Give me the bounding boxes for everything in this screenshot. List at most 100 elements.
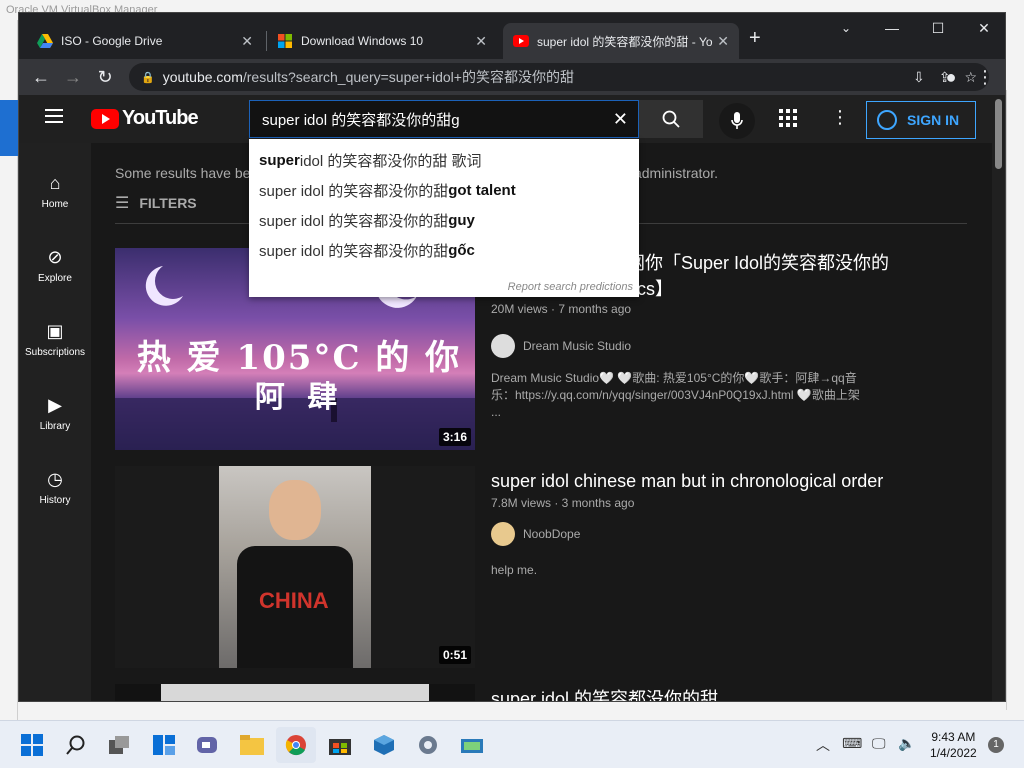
notification-badge[interactable]: 1 — [988, 737, 1004, 753]
suggestion-text-part: super idol 的笑容都没你的甜 — [259, 212, 449, 230]
suggestion-item[interactable]: super idol 的笑容都没你的甜 got talent — [249, 175, 639, 205]
thumbnail-photo: CHINA — [219, 466, 371, 668]
guide-label: Subscriptions — [24, 347, 86, 358]
subscriptions-icon: ▣ — [46, 321, 64, 341]
library-icon: ▶ — [48, 395, 62, 415]
youtube-logo[interactable]: YouTube — [91, 107, 199, 130]
channel-name: Dream Music Studio — [523, 339, 632, 353]
browser-toolbar: ← → ↻ 🔒 youtube.com /results?search_quer… — [19, 59, 1005, 95]
mini-guide-sidebar: ⌂ Home ⊘ Explore ▣ Subscriptions ▶ Libra… — [19, 143, 91, 701]
search-icon[interactable] — [62, 731, 90, 759]
start-windows-icon[interactable] — [18, 731, 46, 759]
guide-item-library[interactable]: ▶ Library — [19, 395, 91, 432]
google-drive-icon — [37, 33, 53, 49]
show-hidden-icons-chevron-up-icon[interactable]: ︿ — [816, 735, 830, 755]
close-window-button[interactable]: ✕ — [961, 13, 1005, 43]
profile-icon[interactable]: ● — [939, 65, 963, 89]
chrome-menu-icon[interactable]: ⋮ — [973, 65, 997, 89]
back-arrow-icon[interactable]: ← — [29, 65, 53, 89]
tab-youtube-active[interactable]: super idol 的笑容都没你的甜 - Yo ✕ — [503, 23, 739, 59]
sign-in-button[interactable]: SIGN IN — [866, 101, 976, 139]
suggestion-item[interactable]: super idol 的笑容都没你的甜 gốc — [249, 235, 639, 265]
guide-item-explore[interactable]: ⊘ Explore — [19, 247, 91, 284]
suggestion-item[interactable]: super idol 的笑容都没你的甜 guy — [249, 205, 639, 235]
channel-link[interactable]: NoobDope — [491, 522, 580, 546]
suggestion-item[interactable]: super idol 的笑容都没你的甜 歌词 — [249, 145, 639, 175]
guide-label: Library — [39, 421, 71, 432]
filter-sliders-icon: ☰ — [115, 195, 130, 212]
video-title[interactable]: super idol chinese man but in chronologi… — [491, 468, 931, 494]
guide-item-history[interactable]: ◷ History — [19, 469, 91, 506]
channel-link[interactable]: Dream Music Studio — [491, 334, 631, 358]
video-thumbnail[interactable] — [115, 684, 475, 701]
voice-search-button[interactable] — [719, 103, 755, 139]
person-head — [269, 480, 321, 540]
sign-in-label: SIGN IN — [907, 112, 960, 128]
guide-item-subscriptions[interactable]: ▣ Subscriptions — [19, 321, 91, 358]
clock-date: 1/4/2022 — [930, 746, 977, 760]
guide-label: Home — [41, 199, 69, 210]
maximize-button[interactable]: ☐ — [915, 13, 961, 43]
reload-icon[interactable]: ↻ — [93, 65, 117, 89]
system-clock[interactable]: 9:43 AM 1/4/2022 — [930, 729, 977, 761]
virtualbox-icon[interactable] — [370, 731, 398, 759]
video-title-line: 网你「Super Idol的笑容都没你的 — [627, 253, 890, 273]
chrome-icon[interactable] — [282, 731, 310, 759]
youtube-header: YouTube super idol 的笑容都没你的甜g ✕ ⋮ SIGN IN — [19, 95, 994, 143]
home-icon: ⌂ — [49, 173, 61, 193]
forward-arrow-icon[interactable]: → — [61, 65, 85, 89]
search-button[interactable] — [639, 100, 703, 138]
url-host: youtube.com — [162, 69, 243, 85]
chrome-window: ISO - Google Drive ✕ Download Windows 10… — [18, 12, 1006, 702]
page-scrollbar[interactable] — [992, 95, 1005, 701]
video-result[interactable]: CHINA 0:51 super idol chinese man but in… — [115, 466, 967, 676]
clock-time: 9:43 AM — [931, 730, 976, 744]
video-title[interactable]: 网你「Super Idol的笑容都没你的 rics】 — [627, 250, 967, 302]
task-view-icon[interactable] — [106, 731, 134, 759]
video-duration: 0:51 — [438, 646, 471, 664]
widgets-icon[interactable] — [150, 731, 178, 759]
guide-label: History — [39, 495, 71, 506]
tab-label: super idol 的笑容都没你的甜 - Yo — [537, 34, 713, 49]
hamburger-menu-icon[interactable] — [45, 109, 63, 123]
tab-google-drive[interactable]: ISO - Google Drive ✕ — [27, 23, 263, 59]
keyboard-icon[interactable]: ⌨ — [842, 735, 862, 752]
install-icon[interactable]: ⇩ — [913, 69, 925, 86]
file-explorer-icon[interactable] — [238, 731, 266, 759]
video-thumbnail[interactable]: CHINA 0:51 — [115, 466, 475, 668]
search-icon — [662, 110, 680, 128]
settings-more-icon[interactable]: ⋮ — [831, 107, 849, 128]
clear-search-icon[interactable]: ✕ — [613, 109, 628, 130]
search-query: super idol 的笑容都没你的甜g — [262, 111, 460, 129]
report-predictions-link[interactable]: Report search predictions — [508, 281, 633, 293]
shirt-text: CHINA — [259, 588, 329, 613]
microsoft-store-icon[interactable] — [326, 731, 354, 759]
network-icon[interactable]: 🖵 — [872, 735, 886, 752]
video-result[interactable]: super idol 的笑容都没你的甜 — [115, 684, 967, 701]
search-input[interactable]: super idol 的笑容都没你的甜g ✕ — [249, 100, 639, 138]
volume-icon[interactable]: 🔈 — [898, 735, 915, 752]
close-tab-icon[interactable]: ✕ — [475, 33, 487, 50]
close-tab-icon[interactable]: ✕ — [713, 32, 729, 50]
channel-avatar — [491, 334, 515, 358]
background-window-edge-right — [1006, 90, 1024, 710]
tab-download-windows[interactable]: Download Windows 10 ✕ — [267, 23, 497, 59]
tab-search-chevron-down-icon[interactable]: ⌄ — [823, 13, 869, 43]
filters-button[interactable]: ☰ FILTERS — [115, 193, 197, 213]
lock-icon: 🔒 — [141, 71, 155, 84]
logo-wordmark: YouTube — [122, 107, 199, 129]
minimize-button[interactable]: — — [869, 13, 915, 43]
close-tab-icon[interactable]: ✕ — [241, 33, 253, 50]
guide-item-home[interactable]: ⌂ Home — [19, 173, 91, 210]
background-window-accent — [0, 100, 18, 156]
address-bar[interactable]: 🔒 youtube.com /results?search_query=supe… — [129, 63, 989, 91]
teams-chat-icon[interactable] — [194, 731, 222, 759]
video-title[interactable]: super idol 的笑容都没你的甜 — [491, 686, 931, 701]
virtualbox-manager-icon[interactable] — [458, 731, 486, 759]
scrollbar-thumb[interactable] — [995, 99, 1002, 169]
apps-grid-icon[interactable] — [779, 109, 799, 129]
settings-gear-icon[interactable] — [414, 731, 442, 759]
video-description: Dream Music Studio🤍 🤍歌曲: 热爱105°C的你🤍歌手：阿肆… — [491, 371, 860, 419]
new-tab-button[interactable]: + — [749, 27, 761, 50]
suggestion-bold-part: guy — [448, 211, 475, 229]
